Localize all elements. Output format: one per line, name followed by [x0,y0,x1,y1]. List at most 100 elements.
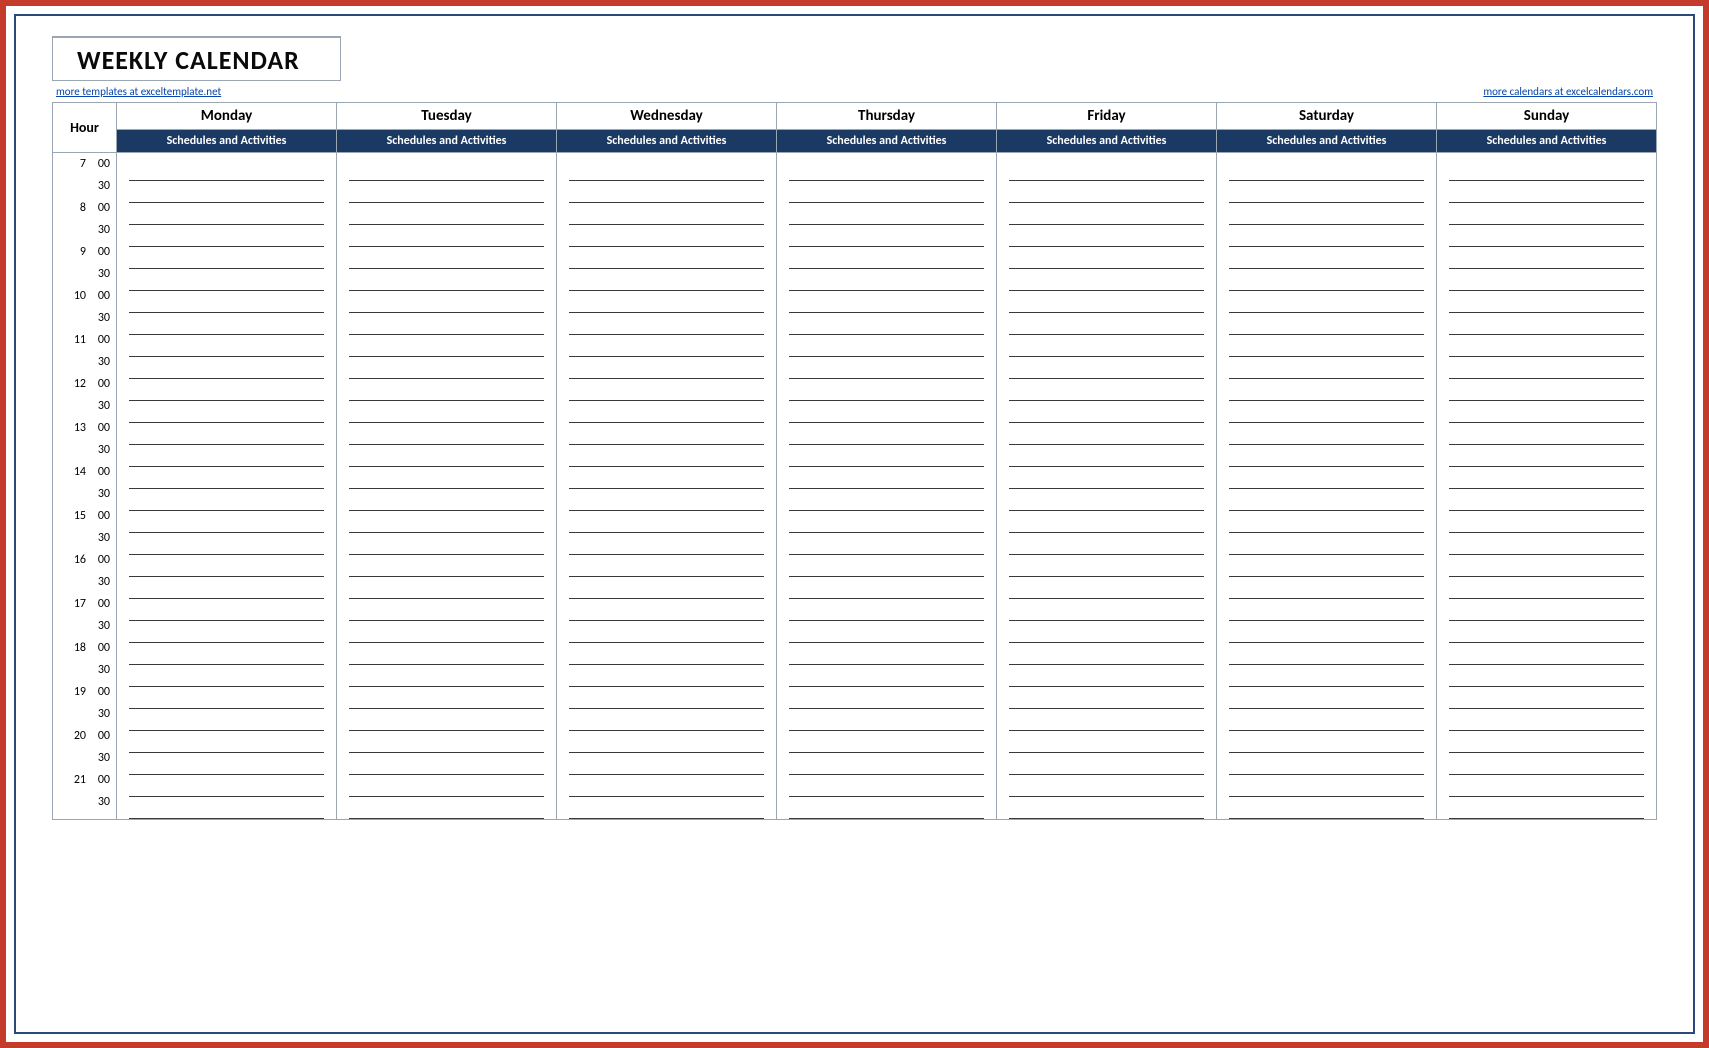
entry-line[interactable] [129,159,324,181]
entry-line[interactable] [1009,291,1204,313]
entry-line[interactable] [569,489,764,511]
entry-line[interactable] [1009,687,1204,709]
entry-line[interactable] [129,225,324,247]
entry-line[interactable] [129,467,324,489]
entry-line[interactable] [789,291,984,313]
entry-line[interactable] [349,753,544,775]
day-col-monday[interactable] [117,153,337,819]
entry-line[interactable] [789,269,984,291]
entry-line[interactable] [1009,269,1204,291]
entry-line[interactable] [569,379,764,401]
entry-line[interactable] [129,577,324,599]
entry-line[interactable] [569,709,764,731]
entry-line[interactable] [789,709,984,731]
entry-line[interactable] [1229,665,1424,687]
calendars-link[interactable]: more calendars at excelcalendars.com [1483,85,1653,98]
entry-line[interactable] [569,643,764,665]
entry-line[interactable] [1449,709,1644,731]
entry-line[interactable] [349,401,544,423]
entry-line[interactable] [1229,423,1424,445]
entry-line[interactable] [1229,379,1424,401]
entry-line[interactable] [1229,577,1424,599]
entry-line[interactable] [1449,489,1644,511]
entry-line[interactable] [569,247,764,269]
entry-line[interactable] [349,643,544,665]
entry-line[interactable] [129,775,324,797]
templates-link[interactable]: more templates at exceltemplate.net [56,85,221,98]
entry-line[interactable] [129,203,324,225]
entry-line[interactable] [789,489,984,511]
entry-line[interactable] [1449,269,1644,291]
entry-line[interactable] [1449,247,1644,269]
entry-line[interactable] [789,159,984,181]
entry-line[interactable] [129,379,324,401]
entry-line[interactable] [789,753,984,775]
entry-line[interactable] [1229,225,1424,247]
entry-line[interactable] [569,467,764,489]
entry-line[interactable] [1229,467,1424,489]
entry-line[interactable] [349,511,544,533]
entry-line[interactable] [349,797,544,819]
entry-line[interactable] [1449,687,1644,709]
entry-line[interactable] [1229,643,1424,665]
entry-line[interactable] [1449,775,1644,797]
entry-line[interactable] [1009,401,1204,423]
entry-line[interactable] [349,225,544,247]
entry-line[interactable] [789,555,984,577]
entry-line[interactable] [1449,401,1644,423]
entry-line[interactable] [569,577,764,599]
entry-line[interactable] [129,423,324,445]
entry-line[interactable] [569,797,764,819]
entry-line[interactable] [349,731,544,753]
entry-line[interactable] [569,621,764,643]
entry-line[interactable] [129,401,324,423]
entry-line[interactable] [789,247,984,269]
entry-line[interactable] [1449,643,1644,665]
entry-line[interactable] [789,797,984,819]
entry-line[interactable] [1009,423,1204,445]
entry-line[interactable] [1009,511,1204,533]
entry-line[interactable] [1009,159,1204,181]
entry-line[interactable] [1449,467,1644,489]
entry-line[interactable] [1229,533,1424,555]
entry-line[interactable] [569,511,764,533]
entry-line[interactable] [1229,555,1424,577]
entry-line[interactable] [569,291,764,313]
entry-line[interactable] [349,203,544,225]
entry-line[interactable] [789,357,984,379]
entry-line[interactable] [1449,731,1644,753]
entry-line[interactable] [1009,643,1204,665]
entry-line[interactable] [1009,203,1204,225]
entry-line[interactable] [129,511,324,533]
entry-line[interactable] [1229,621,1424,643]
entry-line[interactable] [789,423,984,445]
entry-line[interactable] [789,511,984,533]
entry-line[interactable] [789,599,984,621]
entry-line[interactable] [129,709,324,731]
entry-line[interactable] [1009,379,1204,401]
entry-line[interactable] [349,489,544,511]
entry-line[interactable] [1009,313,1204,335]
entry-line[interactable] [1449,445,1644,467]
entry-line[interactable] [349,159,544,181]
entry-line[interactable] [1229,269,1424,291]
entry-line[interactable] [569,687,764,709]
entry-line[interactable] [569,731,764,753]
entry-line[interactable] [1229,687,1424,709]
entry-line[interactable] [569,181,764,203]
entry-line[interactable] [789,643,984,665]
entry-line[interactable] [349,555,544,577]
entry-line[interactable] [789,181,984,203]
entry-line[interactable] [789,313,984,335]
entry-line[interactable] [349,709,544,731]
entry-line[interactable] [1449,423,1644,445]
entry-line[interactable] [1229,159,1424,181]
entry-line[interactable] [129,335,324,357]
entry-line[interactable] [1229,709,1424,731]
entry-line[interactable] [129,621,324,643]
entry-line[interactable] [789,379,984,401]
entry-line[interactable] [1229,335,1424,357]
entry-line[interactable] [349,247,544,269]
entry-line[interactable] [569,159,764,181]
entry-line[interactable] [1009,489,1204,511]
